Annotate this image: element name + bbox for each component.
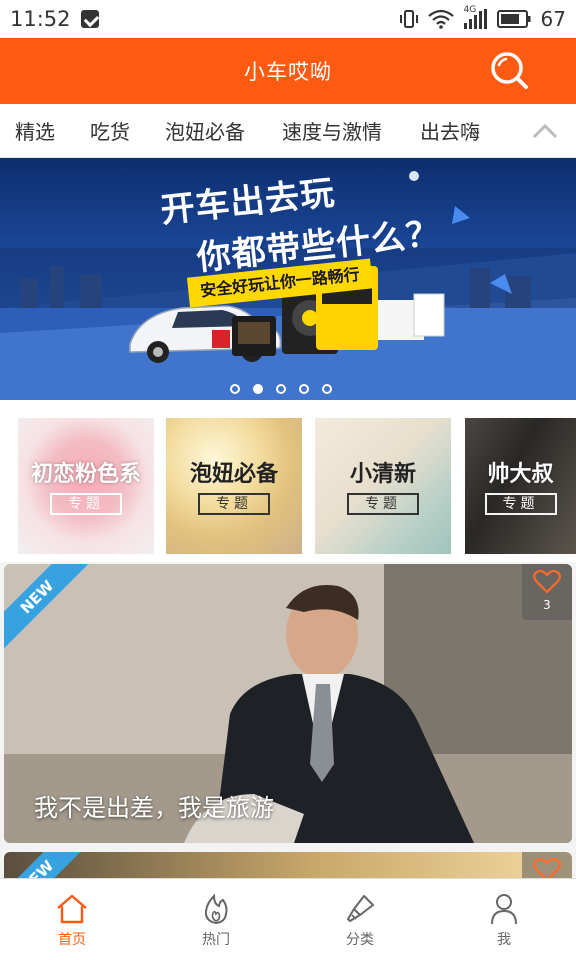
nav-category[interactable]: 分类 bbox=[288, 879, 432, 960]
app-title: 小车哎呦 bbox=[244, 60, 332, 84]
nav-label: 我 bbox=[497, 932, 511, 948]
topic-title: 初恋粉色系 bbox=[30, 462, 141, 487]
banner-dot-3[interactable] bbox=[276, 384, 286, 394]
banner-dot-4[interactable] bbox=[299, 384, 309, 394]
vibrate-icon bbox=[399, 10, 418, 28]
status-bar: 11:52 4G 67 bbox=[0, 0, 576, 38]
notification-icon bbox=[80, 10, 99, 28]
status-icons: 4G 67 bbox=[399, 5, 566, 31]
network-type: 4G bbox=[463, 5, 477, 15]
chevron-up-icon[interactable] bbox=[530, 118, 560, 144]
topic-title: 小清新 bbox=[349, 462, 416, 487]
nav-home[interactable]: 首页 bbox=[0, 879, 144, 960]
brush-icon bbox=[347, 895, 374, 922]
battery-level: 67 bbox=[540, 7, 566, 31]
banner-pagination bbox=[0, 384, 576, 394]
tab-featured[interactable]: 精选 bbox=[15, 116, 55, 145]
signal-icon: 4G bbox=[463, 5, 487, 29]
search-button[interactable] bbox=[488, 49, 532, 93]
topic-card-fresh[interactable]: 小清新 专题 bbox=[315, 418, 451, 554]
flame-icon bbox=[204, 893, 228, 925]
feed-card[interactable]: NEW 3 我不是出差，我是旅游 bbox=[4, 564, 572, 843]
like-button[interactable]: 3 bbox=[522, 564, 572, 620]
home-icon bbox=[57, 894, 87, 924]
nav-label: 分类 bbox=[346, 932, 374, 948]
like-count: 3 bbox=[543, 598, 551, 612]
status-time: 11:52 bbox=[10, 7, 71, 31]
tab-go-out[interactable]: 出去嗨 bbox=[420, 116, 480, 145]
tab-dating[interactable]: 泡妞必备 bbox=[165, 116, 245, 145]
banner-dot-1[interactable] bbox=[230, 384, 240, 394]
heart-icon bbox=[533, 570, 561, 594]
wifi-icon bbox=[427, 9, 454, 29]
category-tabs: 精选 吃货 泡妞必备 速度与激情 出去嗨 bbox=[0, 104, 576, 158]
user-icon bbox=[491, 894, 517, 925]
search-icon bbox=[491, 52, 528, 89]
topic-carousel: 初恋粉色系 专题 泡妞必备 专题 小清新 专题 帅大叔 专题 bbox=[0, 400, 576, 562]
bottom-navigation: 首页 热门 分类 我 bbox=[0, 878, 576, 960]
tab-speed[interactable]: 速度与激情 bbox=[282, 116, 382, 145]
topic-card-uncle[interactable]: 帅大叔 专题 bbox=[465, 418, 576, 554]
topic-title: 泡妞必备 bbox=[189, 462, 278, 487]
topic-title: 帅大叔 bbox=[487, 462, 554, 487]
topic-tag: 专题 bbox=[50, 493, 122, 515]
nav-me[interactable]: 我 bbox=[432, 879, 576, 960]
banner-dot-5[interactable] bbox=[322, 384, 332, 394]
nav-hot[interactable]: 热门 bbox=[144, 879, 288, 960]
banner-dot-2[interactable] bbox=[253, 384, 263, 394]
topic-tag: 专题 bbox=[198, 493, 270, 515]
tab-foodie[interactable]: 吃货 bbox=[90, 116, 130, 145]
topic-card-pink[interactable]: 初恋粉色系 专题 bbox=[18, 418, 154, 554]
topic-card-dating[interactable]: 泡妞必备 专题 bbox=[166, 418, 302, 554]
battery-icon bbox=[496, 10, 531, 28]
promo-banner[interactable]: 开车出去玩 你都带些什么？ 安全好玩让你一路畅行 bbox=[0, 158, 576, 400]
feed-caption: 我不是出差，我是旅游 bbox=[34, 794, 274, 822]
nav-label: 首页 bbox=[58, 932, 86, 948]
topic-tag: 专题 bbox=[484, 493, 557, 515]
app-header: 小车哎呦 bbox=[0, 38, 576, 104]
nav-label: 热门 bbox=[202, 932, 230, 948]
topic-tag: 专题 bbox=[347, 493, 419, 515]
